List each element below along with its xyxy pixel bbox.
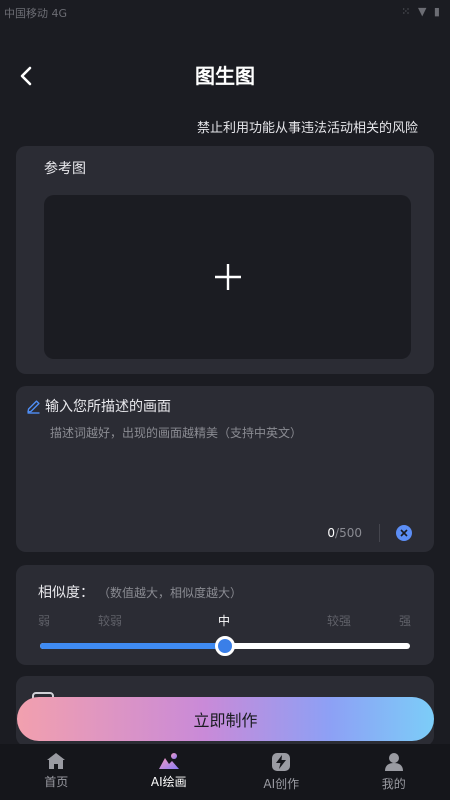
- tab-mine[interactable]: 我的: [338, 744, 450, 800]
- slider-thumb[interactable]: [215, 636, 235, 656]
- warning-text: 禁止利用功能从事违法活动相关的风险: [196, 121, 418, 136]
- reference-image-label: 参考图: [44, 161, 86, 177]
- clear-button[interactable]: [396, 525, 412, 541]
- tab-ai-painting[interactable]: AI绘画: [113, 744, 226, 800]
- status-bar: 中国移动 4G ⁙ ▼ ▮: [0, 0, 450, 24]
- plus-icon: [214, 264, 241, 290]
- level-slightly-strong[interactable]: 较强: [327, 612, 351, 629]
- tab-home[interactable]: 首页: [0, 744, 113, 800]
- similarity-card: 相似度： （数值越大，相似度越大） 弱 较弱 中 较强 强: [16, 565, 434, 665]
- upload-image-button[interactable]: [44, 195, 411, 359]
- similarity-hint: （数值越大，相似度越大）: [98, 586, 243, 600]
- similarity-header: 相似度： （数值越大，相似度越大）: [38, 582, 242, 602]
- slider-fill: [40, 643, 225, 649]
- counter-divider: [379, 524, 380, 542]
- description-input[interactable]: [50, 424, 420, 514]
- status-icons: ⁙ ▼ ▮: [401, 5, 442, 18]
- level-strong[interactable]: 强: [399, 612, 411, 629]
- carrier-text: 中国移动 4G: [4, 7, 68, 20]
- lightning-icon: [272, 753, 291, 771]
- page-title: 图生图: [195, 64, 255, 88]
- tab-ai-creation[interactable]: AI创作: [225, 744, 338, 800]
- tab-bar: 首页 AI绘画 AI创作 我的: [0, 744, 450, 800]
- user-icon: [384, 753, 403, 771]
- character-max: /500: [335, 526, 362, 540]
- description-header: 输入您所描述的画面: [26, 396, 171, 416]
- ai-painting-icon: [158, 753, 179, 769]
- tab-ai-creation-label: AI创作: [263, 777, 300, 791]
- level-medium[interactable]: 中: [218, 612, 230, 629]
- home-icon: [47, 753, 66, 769]
- similarity-slider[interactable]: [40, 636, 410, 656]
- header: 图生图: [0, 50, 450, 100]
- level-weak[interactable]: 弱: [38, 612, 50, 629]
- level-slightly-weak[interactable]: 较弱: [98, 612, 122, 629]
- character-counter: 0/500: [327, 526, 362, 540]
- similarity-title: 相似度：: [38, 585, 94, 601]
- tab-home-label: 首页: [44, 775, 69, 789]
- close-icon: [400, 529, 408, 537]
- tab-mine-label: 我的: [381, 777, 406, 791]
- create-button[interactable]: 立即制作: [17, 697, 434, 741]
- description-card: 输入您所描述的画面 0/500: [16, 386, 434, 552]
- description-title: 输入您所描述的画面: [45, 399, 171, 415]
- tab-ai-painting-label: AI绘画: [150, 775, 187, 789]
- reference-image-card: 参考图: [16, 146, 434, 374]
- pencil-icon: [27, 399, 40, 414]
- character-count: 0: [327, 526, 336, 540]
